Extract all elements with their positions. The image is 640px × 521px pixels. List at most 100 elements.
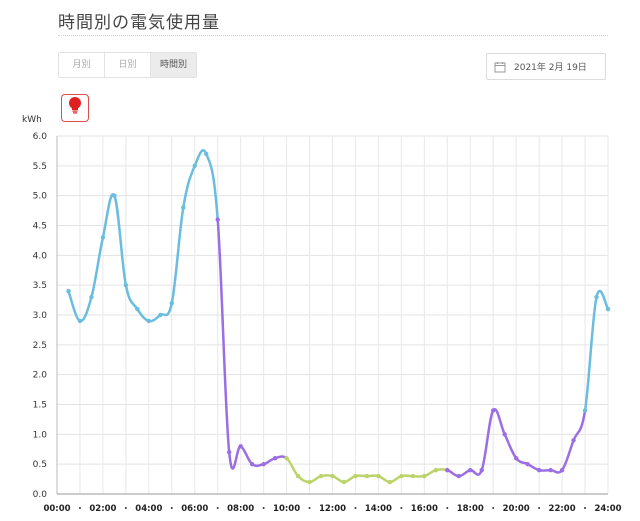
data-point: [513, 456, 519, 461]
period-tabs: 月別 日別 時間別: [58, 52, 197, 78]
data-point: [594, 294, 599, 300]
x-minor-tick-dot: [78, 507, 81, 509]
data-point: [272, 456, 278, 461]
data-point: [158, 312, 163, 318]
title-divider: [58, 35, 608, 36]
data-point: [387, 479, 393, 485]
data-point: [502, 432, 507, 437]
x-tick-label: 00:00: [43, 504, 70, 514]
x-tick-label: 06:00: [181, 504, 208, 514]
data-point: [146, 318, 152, 324]
data-point: [261, 461, 266, 467]
y-tick-label: 4.0: [33, 251, 48, 261]
y-tick-label: 1.0: [33, 430, 48, 440]
x-minor-tick-dot: [538, 507, 541, 509]
data-point: [445, 467, 450, 473]
y-tick-label: 5.5: [33, 162, 47, 172]
page-title: 時間別の電気使用量: [58, 13, 220, 33]
x-tick-label: 20:00: [503, 504, 530, 514]
data-point: [571, 438, 576, 443]
y-tick-label: 2.5: [33, 341, 47, 351]
data-point: [284, 456, 289, 461]
data-point: [169, 300, 174, 306]
data-point: [433, 467, 439, 473]
data-point: [479, 467, 484, 473]
data-point: [123, 282, 129, 288]
data-point: [318, 473, 324, 479]
data-point: [364, 473, 370, 479]
data-point: [295, 473, 301, 479]
x-tick-label: 02:00: [89, 504, 116, 514]
data-point: [582, 408, 588, 413]
data-point: [238, 444, 243, 449]
data-point: [226, 450, 232, 455]
x-minor-tick-dot: [262, 507, 265, 509]
data-point: [491, 408, 496, 413]
x-minor-tick-dot: [216, 507, 219, 509]
date-value: 2021年 2月 19日: [514, 63, 587, 73]
chart-series-lines: [67, 149, 610, 484]
series-line-segment-4: [583, 289, 610, 411]
calendar-icon: [494, 61, 506, 73]
y-tick-label: 5.0: [33, 192, 48, 202]
data-point: [353, 473, 358, 479]
x-minor-tick-dot: [308, 507, 311, 509]
data-point: [559, 467, 565, 473]
data-point: [135, 306, 140, 312]
data-point: [215, 217, 220, 222]
series-line-segment-1: [216, 219, 288, 470]
data-point: [525, 461, 530, 467]
y-axis-ticks: 0.0 0.5 1.0 1.5 2.0 2.5 3.0 3.5 4.0 4.5 5.0 5.5 6.0: [33, 132, 48, 500]
tab-hourly[interactable]: 時間別: [151, 53, 196, 77]
x-minor-tick-dot: [446, 507, 449, 509]
x-minor-tick-dot: [584, 507, 587, 509]
x-axis-ticks: 00:00 02:00 04:00 06:00 08:00 10:00 12:00 14:00…: [43, 504, 621, 514]
y-tick-label: 4.5: [33, 222, 47, 232]
data-point: [399, 473, 404, 479]
data-point: [77, 318, 83, 324]
x-tick-label: 16:00: [411, 504, 438, 514]
x-tick-label: 12:00: [319, 504, 346, 514]
x-minor-tick-dot: [124, 507, 127, 509]
usage-line-chart: kWh 0.0 0.5 1.0 1.5 2.0 2.5 3.0 3.5 4.0 4.5 5.0 5.5…: [22, 115, 622, 514]
x-tick-label: 08:00: [227, 504, 254, 514]
x-tick-label: 14:00: [365, 504, 392, 514]
series-line-segment-2: [285, 457, 448, 484]
date-picker[interactable]: 2021年 2月 19日: [486, 53, 606, 80]
y-tick-label: 6.0: [33, 132, 48, 142]
data-point: [376, 473, 381, 479]
tab-daily[interactable]: 日別: [105, 53, 151, 77]
data-point: [548, 467, 553, 473]
x-tick-label: 04:00: [135, 504, 162, 514]
x-minor-tick-dot: [400, 507, 403, 509]
data-point: [341, 479, 347, 485]
y-axis-unit-label: kWh: [22, 115, 42, 125]
tab-monthly[interactable]: 月別: [59, 53, 105, 77]
y-tick-label: 0.5: [33, 460, 47, 470]
x-minor-tick-dot: [354, 507, 357, 509]
data-point: [422, 473, 427, 479]
y-tick-label: 3.5: [33, 281, 47, 291]
data-point: [330, 473, 335, 479]
data-point: [112, 193, 117, 198]
data-point: [89, 294, 94, 300]
data-point: [605, 306, 611, 312]
x-tick-label: 24:00: [594, 504, 621, 514]
x-minor-tick-dot: [492, 507, 495, 509]
data-point: [100, 235, 106, 240]
data-point: [66, 288, 71, 294]
y-tick-label: 3.0: [33, 311, 48, 321]
data-point: [204, 151, 209, 157]
x-tick-label: 22:00: [549, 504, 576, 514]
x-tick-label: 18:00: [457, 504, 484, 514]
data-point: [536, 467, 542, 473]
data-point: [192, 163, 197, 169]
data-point: [468, 467, 473, 473]
y-tick-label: 2.0: [33, 371, 48, 381]
chart-grid: [56, 135, 609, 495]
y-tick-label: 0.0: [33, 490, 48, 500]
data-point: [181, 205, 186, 210]
data-point: [307, 479, 312, 485]
data-point: [410, 473, 416, 479]
data-point: [456, 473, 461, 479]
